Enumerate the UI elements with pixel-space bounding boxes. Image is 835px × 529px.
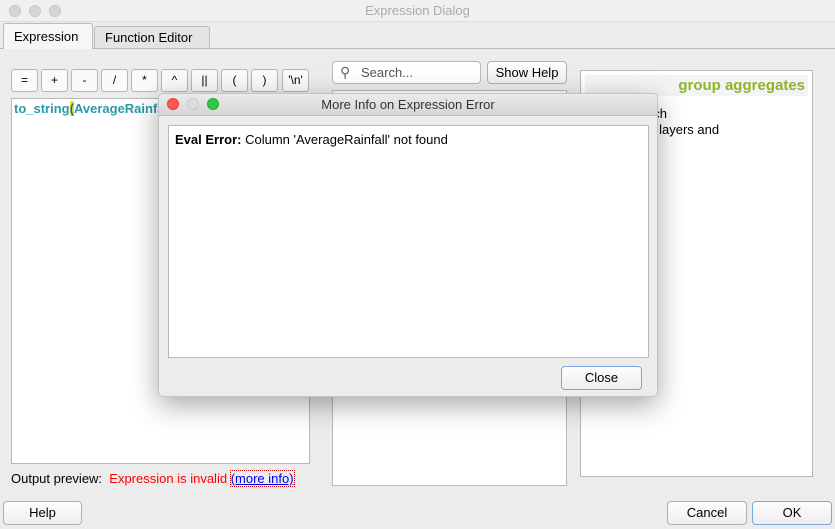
output-preview: Output preview: Expression is invalid (m… <box>11 470 295 487</box>
operator-divide-button[interactable]: / <box>101 69 128 92</box>
tab-function-editor[interactable]: Function Editor <box>94 26 210 48</box>
operator-equals-button[interactable]: = <box>11 69 38 92</box>
error-message-box: Eval Error: Column 'AverageRainfall' not… <box>168 125 649 358</box>
minimize-dialog-button[interactable] <box>187 98 199 110</box>
zoom-dialog-button[interactable] <box>207 98 219 110</box>
output-preview-label: Output preview: <box>11 471 103 486</box>
search-icon: ⚲ <box>340 64 351 80</box>
search-input[interactable]: ⚲ Search... <box>332 61 481 84</box>
ok-button[interactable]: OK <box>752 501 832 525</box>
operator-minus-button[interactable]: - <box>71 69 98 92</box>
close-window-button[interactable] <box>9 5 21 17</box>
show-help-button[interactable]: Show Help <box>487 61 567 84</box>
window-title: Expression Dialog <box>365 3 470 18</box>
expression-field: AverageRainfa <box>73 101 165 116</box>
output-status: Expression is invalid <box>109 471 228 486</box>
error-dialog: More Info on Expression Error Eval Error… <box>158 93 658 397</box>
operator-multiply-button[interactable]: * <box>131 69 158 92</box>
expression-function: to_string <box>14 101 70 116</box>
title-bar: Expression Dialog <box>0 0 835 22</box>
error-label: Eval Error: <box>175 132 242 147</box>
error-dialog-titlebar: More Info on Expression Error <box>159 94 657 116</box>
more-info-link[interactable]: (more info) <box>229 470 295 487</box>
operator-power-button[interactable]: ^ <box>161 69 188 92</box>
operator-open-paren-button[interactable]: ( <box>221 69 248 92</box>
operator-concat-button[interactable]: || <box>191 69 218 92</box>
error-dialog-title: More Info on Expression Error <box>321 97 495 112</box>
search-placeholder: Search... <box>361 65 414 80</box>
operator-newline-button[interactable]: '\n' <box>282 69 309 92</box>
error-message: Column 'AverageRainfall' not found <box>245 132 448 147</box>
operator-close-paren-button[interactable]: ) <box>251 69 278 92</box>
help-button[interactable]: Help <box>3 501 82 525</box>
close-button[interactable]: Close <box>561 366 642 390</box>
close-dialog-button[interactable] <box>167 98 179 110</box>
minimize-window-button[interactable] <box>29 5 41 17</box>
zoom-window-button[interactable] <box>49 5 61 17</box>
tab-expression[interactable]: Expression <box>3 23 93 49</box>
operator-plus-button[interactable]: + <box>41 69 68 92</box>
cancel-button[interactable]: Cancel <box>667 501 747 525</box>
